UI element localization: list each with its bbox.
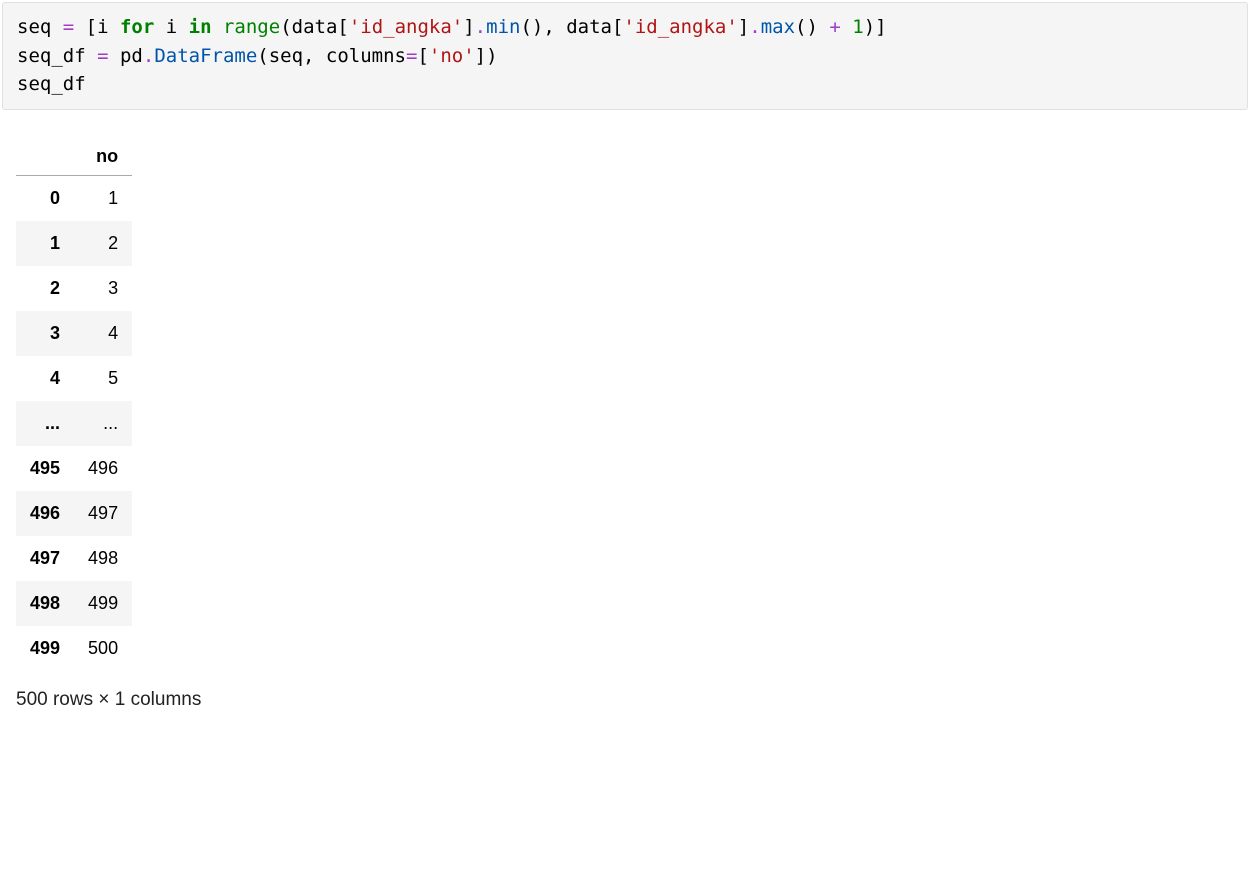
row-index: 496 (16, 491, 74, 536)
row-index: ... (16, 401, 74, 446)
table-row: 3 4 (16, 311, 132, 356)
cell-no: 497 (74, 491, 132, 536)
row-index: 495 (16, 446, 74, 491)
row-index: 497 (16, 536, 74, 581)
row-index: 4 (16, 356, 74, 401)
output-area: no 0 1 1 2 2 3 3 4 4 5 (0, 126, 1250, 727)
column-header-no: no (74, 136, 132, 176)
table-row: 499 500 (16, 626, 132, 671)
row-index: 3 (16, 311, 74, 356)
table-row: 4 5 (16, 356, 132, 401)
cell-no: 4 (74, 311, 132, 356)
cell-no: 3 (74, 266, 132, 311)
cell-no: 500 (74, 626, 132, 671)
table-row: 498 499 (16, 581, 132, 626)
cell-no: 498 (74, 536, 132, 581)
table-row: 496 497 (16, 491, 132, 536)
cell-no: 499 (74, 581, 132, 626)
table-row: 2 3 (16, 266, 132, 311)
code-text: seq = [i for i in range(data['id_angka']… (17, 16, 887, 95)
row-index: 499 (16, 626, 74, 671)
table-row: 495 496 (16, 446, 132, 491)
cell-no: 496 (74, 446, 132, 491)
table-row: 0 1 (16, 175, 132, 221)
cell-no: 5 (74, 356, 132, 401)
row-index: 498 (16, 581, 74, 626)
table-row-ellipsis: ... ... (16, 401, 132, 446)
index-header (16, 136, 74, 176)
row-index: 2 (16, 266, 74, 311)
code-cell[interactable]: seq = [i for i in range(data['id_angka']… (2, 2, 1248, 110)
table-row: 497 498 (16, 536, 132, 581)
table-row: 1 2 (16, 221, 132, 266)
cell-no: 1 (74, 175, 132, 221)
cell-no: ... (74, 401, 132, 446)
row-index: 0 (16, 175, 74, 221)
cell-no: 2 (74, 221, 132, 266)
row-index: 1 (16, 221, 74, 266)
dataframe-summary: 500 rows × 1 columns (16, 689, 1234, 711)
dataframe-table: no 0 1 1 2 2 3 3 4 4 5 (16, 136, 132, 671)
